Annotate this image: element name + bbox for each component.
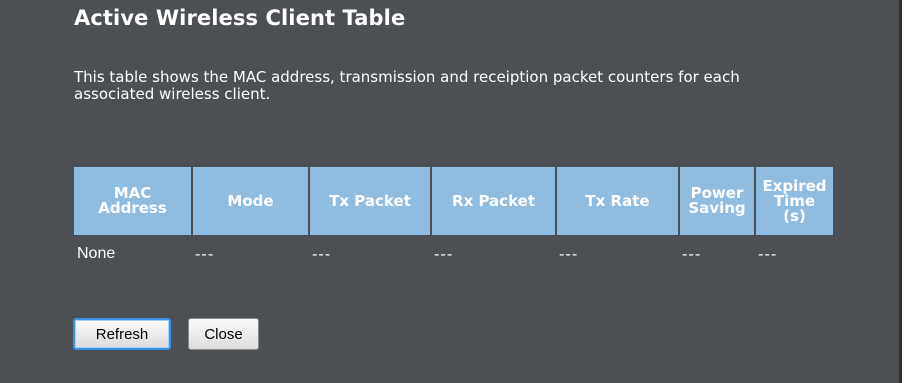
header-expired-time: Expired Time (s) bbox=[756, 167, 833, 235]
cell-tx-packet: --- bbox=[312, 245, 332, 263]
cell-rx-packet: --- bbox=[434, 245, 454, 263]
header-power-saving: Power Saving bbox=[680, 167, 754, 235]
close-button[interactable]: Close bbox=[188, 318, 259, 350]
page-description: This table shows the MAC address, transm… bbox=[74, 68, 740, 103]
header-power-line2: Saving bbox=[688, 199, 746, 217]
cell-power-saving: --- bbox=[682, 245, 702, 263]
header-mac-address: MAC Address bbox=[74, 167, 191, 235]
content-panel: Active Wireless Client Table This table … bbox=[0, 0, 902, 383]
header-tx-packet: Tx Packet bbox=[310, 167, 430, 235]
wireless-client-table: MAC Address Mode Tx Packet Rx Packet Tx … bbox=[72, 165, 835, 269]
table-row: None --- --- --- --- --- --- bbox=[74, 237, 833, 267]
page-title: Active Wireless Client Table bbox=[74, 6, 406, 30]
header-expired-line3: (s) bbox=[783, 206, 806, 225]
table-header-row: MAC Address Mode Tx Packet Rx Packet Tx … bbox=[74, 167, 833, 235]
cell-expired-time: --- bbox=[758, 245, 778, 263]
cell-mode: --- bbox=[195, 245, 215, 263]
header-mode: Mode bbox=[193, 167, 308, 235]
cell-mac: None bbox=[77, 245, 116, 262]
refresh-button[interactable]: Refresh bbox=[73, 318, 171, 350]
header-mac-line2: Address bbox=[98, 199, 167, 217]
header-rx-packet: Rx Packet bbox=[432, 167, 555, 235]
cell-tx-rate: --- bbox=[559, 245, 579, 263]
header-tx-rate: Tx Rate bbox=[557, 167, 678, 235]
